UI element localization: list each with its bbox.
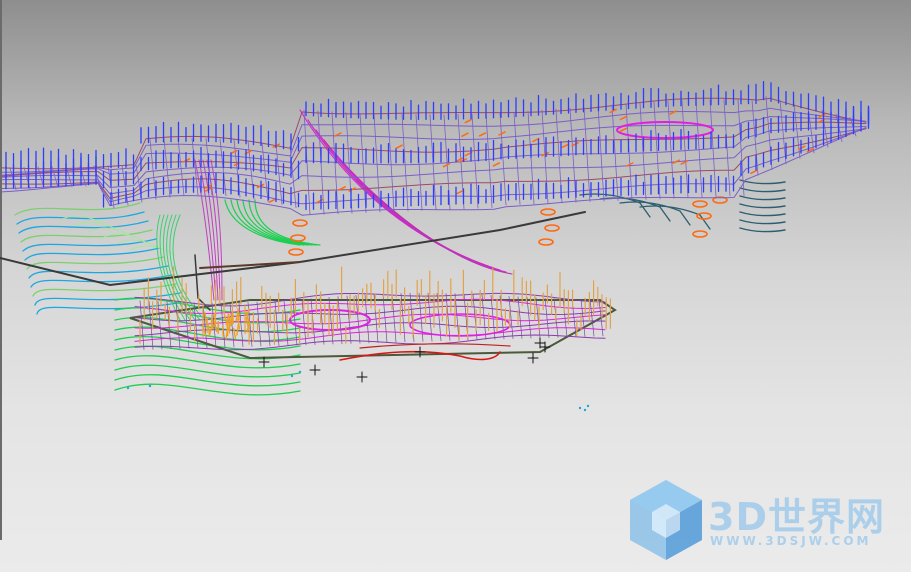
upper-orange-mark [619, 127, 628, 133]
upper-orange-mark [456, 189, 464, 195]
teal-curve [739, 195, 786, 201]
upper-cross-line [275, 144, 283, 205]
lower-cross-line [202, 302, 208, 349]
orange-cluster-mark [222, 325, 224, 337]
teal-curve [739, 187, 786, 193]
teal-curve [739, 227, 786, 233]
stray-point [583, 408, 587, 412]
orange-cluster-mark [207, 323, 211, 335]
upper-orange-mark [268, 198, 277, 203]
upper-orange-mark [461, 132, 469, 137]
lower-cross-line [157, 301, 163, 350]
teal-curve [739, 179, 786, 185]
orange-cluster-mark [211, 318, 214, 330]
teal-curve [739, 211, 786, 217]
dark-guide-lines [0, 211, 586, 311]
lower-cross-line [481, 294, 487, 340]
upper-cross-line [569, 107, 577, 203]
point-marker [356, 371, 368, 383]
upper-orange-mark [478, 132, 487, 137]
left-contour [24, 247, 161, 261]
stray-point [290, 374, 294, 378]
watermark-brand: 3D世界网 [708, 495, 885, 539]
upper-orange-mark [442, 162, 451, 168]
left-contour-light [129, 245, 176, 256]
stray-point [126, 386, 130, 390]
orange-loop [538, 238, 554, 246]
lower-cross-line [544, 297, 550, 338]
upper-orange-mark [750, 169, 758, 175]
upper-orange-mark [230, 149, 238, 155]
orange-loop [292, 219, 308, 227]
upper-cross-line [583, 106, 591, 202]
stray-point [148, 384, 152, 388]
orange-loop [692, 200, 708, 208]
upper-orange-mark [561, 143, 570, 148]
upper-cross-line [303, 109, 311, 216]
left-contour [26, 256, 165, 270]
upper-cross-line [779, 99, 787, 165]
left-contour [32, 283, 177, 297]
orange-loop [540, 208, 556, 216]
left-contour [16, 211, 145, 225]
upper-cross-line [541, 109, 549, 204]
orange-loop [288, 248, 304, 256]
left-contour [28, 265, 169, 279]
upper-orange-mark [395, 144, 403, 149]
orange-cluster-mark [236, 324, 239, 336]
upper-orange-mark [571, 142, 579, 147]
upper-loop [616, 121, 714, 139]
upper-orange-mark [492, 162, 501, 167]
upper-cross-line [793, 103, 801, 159]
upper-cross-line [737, 99, 745, 196]
upper-cross-line [513, 111, 521, 205]
green-upper [254, 199, 321, 246]
left-contour-light [59, 215, 106, 226]
orange-loop [544, 224, 560, 232]
upper-orange-mark [498, 131, 506, 136]
upper-orange-mark [464, 118, 473, 124]
teal-curve [739, 203, 786, 209]
magenta-contour-curves [194, 109, 513, 301]
stray-point [586, 404, 590, 408]
watermark-url: WWW.3DSJW.COM [710, 534, 872, 548]
point-marker [309, 364, 321, 376]
dark-guide-line [194, 254, 211, 311]
point-markers [126, 337, 590, 412]
point-marker [527, 352, 539, 364]
upper-orange-mark [798, 145, 806, 151]
magenta-contour [307, 119, 477, 263]
upper-cross-line [681, 100, 689, 199]
cad-viewport[interactable]: 3D世界网 WWW.3DSJW.COM [0, 0, 911, 572]
upper-cross-line [359, 112, 367, 213]
orange-loop [692, 230, 708, 238]
upper-cross-line [485, 113, 493, 208]
magenta-contour [299, 109, 471, 261]
orange-loop [696, 212, 712, 220]
stray-point [298, 370, 302, 374]
watermark: 3D世界网 WWW.3DSJW.COM [626, 478, 896, 562]
left-contour [22, 238, 157, 252]
upper-cross-line [261, 142, 269, 202]
magenta-contour [347, 169, 507, 273]
teal-curve [739, 219, 786, 225]
upper-orange-mark [619, 115, 628, 121]
red-boundary [359, 343, 511, 349]
orange-loop [290, 234, 306, 242]
3d-cube-logo-icon [630, 480, 702, 560]
stray-point [578, 406, 582, 410]
upper-orange-mark [316, 198, 324, 204]
left-contour [14, 202, 141, 216]
upper-cross-line [695, 99, 703, 198]
orange-cluster-mark [204, 312, 207, 324]
